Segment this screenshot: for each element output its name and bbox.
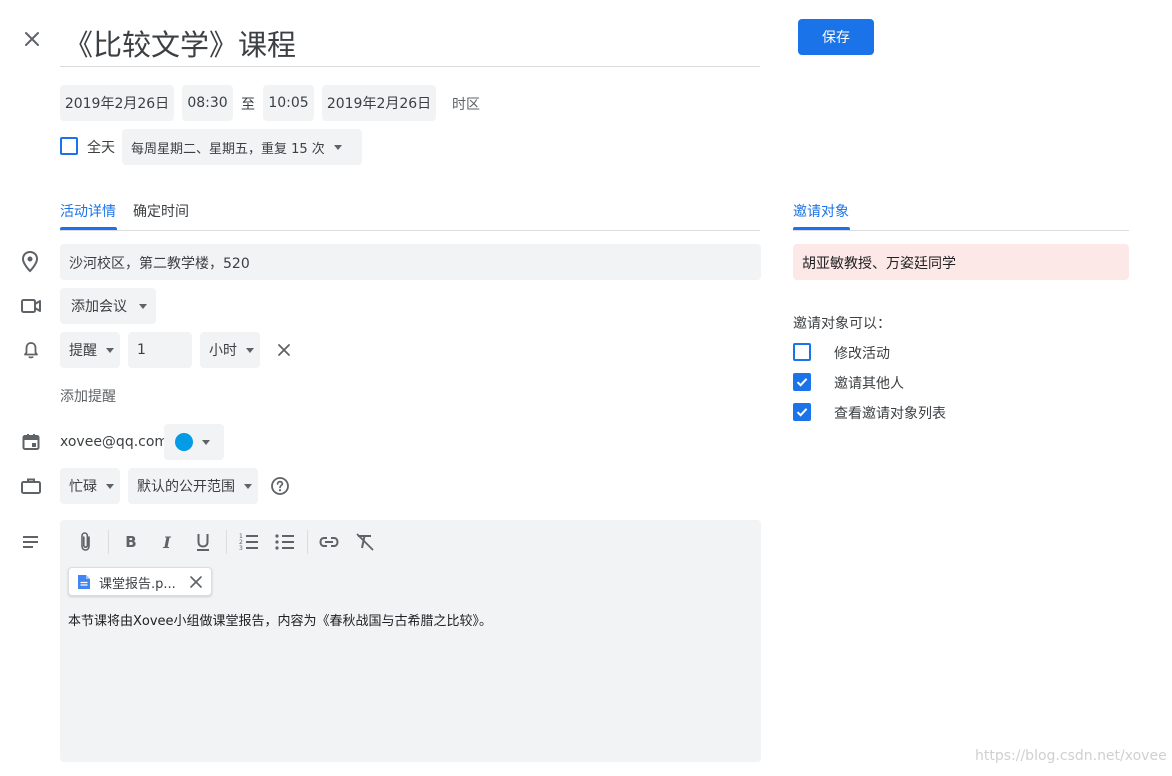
toolbar-separator [108,530,109,554]
guest-list-text: 胡亚敏教授、万姿廷同学 [802,256,956,272]
tab-find-time[interactable]: 确定时间 [133,201,189,221]
event-title-input[interactable]: 《比较文学》课程 [60,18,760,67]
recurrence-dropdown[interactable]: 每周星期二、星期五，重复 15 次 [122,129,362,165]
save-button-label: 保存 [822,30,850,46]
to-label: 至 [241,97,255,113]
underline-icon [197,534,209,551]
attach-button[interactable] [74,530,98,554]
chevron-down-icon [246,347,254,353]
end-date-text: 2019年2月26日 [326,96,432,112]
busy-status-dropdown[interactable]: 忙碌 [60,468,120,504]
add-conference-text: 添加会议 [71,299,127,315]
toolbar-separator [307,530,308,554]
close-icon [278,344,290,356]
bell-icon [21,340,41,364]
reminder-unit-dropdown[interactable]: 小时 [200,332,260,368]
permission-invite-label: 邀请其他人 [834,376,904,392]
chevron-down-icon [106,347,114,353]
description-text: 本节课将由Xovee小组做课堂报告，内容为《春秋战国与古希腊之比较》。 [68,614,493,629]
bulleted-list-icon [275,534,294,550]
chevron-down-icon [333,144,342,150]
chevron-down-icon [139,303,147,309]
permission-see-list-checkbox[interactable] [793,403,811,421]
chevron-down-icon [244,483,252,489]
start-time-field[interactable]: 08:30 [182,85,233,121]
add-reminder-link[interactable]: 添加提醒 [60,386,116,406]
end-date-field[interactable]: 2019年2月26日 [322,85,436,121]
add-conference-dropdown[interactable]: 添加会议 [60,288,156,324]
svg-text:3: 3 [239,545,243,552]
all-day-label: 全天 [87,140,115,156]
permission-modify-checkbox[interactable] [793,343,811,361]
attachment-name: 课堂报告.p... [99,577,176,592]
chevron-down-icon [202,439,210,445]
reminder-value-text: 1 [137,342,146,358]
reminder-value-input[interactable]: 1 [128,332,192,368]
calendar-icon [21,432,41,456]
document-icon [78,575,90,589]
italic-icon: I [163,532,171,552]
briefcase-icon [20,476,42,500]
numbered-list-icon: 123 [239,533,258,552]
all-day-checkbox[interactable] [60,137,78,155]
check-icon [796,378,808,387]
bold-button[interactable]: B [119,530,143,554]
calendar-owner: xovee@qq.com [60,434,169,450]
start-date-text: 2019年2月26日 [64,96,170,112]
bold-icon: B [125,533,137,551]
timezone-link[interactable]: 时区 [452,94,480,114]
remove-reminder-button[interactable] [274,340,294,360]
check-icon [796,408,808,417]
recurrence-text: 每周星期二、星期五，重复 15 次 [131,141,325,157]
busy-status-text: 忙碌 [69,479,97,495]
toolbar-separator [226,530,227,554]
permission-see-list-label: 查看邀请对象列表 [834,406,946,422]
start-time-text: 08:30 [187,95,228,111]
close-icon [190,576,202,588]
guests-tabs-divider [793,230,1129,231]
guest-permissions-label: 邀请对象可以： [793,316,891,332]
permission-modify-label: 修改活动 [834,346,890,362]
attach-icon [81,532,90,551]
link-icon [319,537,339,547]
start-date-field[interactable]: 2019年2月26日 [60,85,174,121]
guest-list-field[interactable]: 胡亚敏教授、万姿廷同学 [793,244,1129,280]
tab-event-details[interactable]: 活动详情 [60,201,116,221]
video-camera-icon [20,296,42,320]
remove-attachment-button[interactable] [188,574,204,590]
link-button[interactable] [317,530,341,554]
notes-icon [21,533,41,555]
close-button[interactable] [20,27,44,51]
clear-format-icon [356,533,374,551]
reminder-type-dropdown[interactable]: 提醒 [60,332,120,368]
save-button[interactable]: 保存 [798,19,874,55]
clear-format-button[interactable] [353,530,377,554]
location-text: 沙河校区，第二教学楼，520 [69,256,250,272]
watermark: https://blog.csdn.net/xovee [975,748,1167,764]
visibility-help-button[interactable] [270,476,290,496]
underline-button[interactable] [191,530,215,554]
end-time-field[interactable]: 10:05 [263,85,314,121]
reminder-unit-text: 小时 [209,343,237,359]
italic-button[interactable]: I [155,530,179,554]
close-icon [25,32,39,46]
event-color-dropdown[interactable] [164,424,224,460]
attachment-chip[interactable]: 课堂报告.p... [68,567,212,596]
location-field[interactable]: 沙河校区，第二教学楼，520 [60,244,761,280]
reminder-type-text: 提醒 [69,343,97,359]
visibility-text: 默认的公开范围 [137,479,235,495]
numbered-list-button[interactable]: 123 [237,530,261,554]
tab-guests[interactable]: 邀请对象 [793,201,849,221]
tabs-divider [60,230,760,231]
permission-invite-checkbox[interactable] [793,373,811,391]
location-pin-icon [20,250,40,278]
bulleted-list-button[interactable] [273,530,297,554]
event-title: 《比较文学》课程 [64,28,297,62]
description-editor[interactable] [60,520,761,762]
end-time-text: 10:05 [268,95,309,111]
color-dot [175,433,193,451]
chevron-down-icon [106,483,114,489]
help-circle-icon [271,477,289,495]
visibility-dropdown[interactable]: 默认的公开范围 [128,468,258,504]
